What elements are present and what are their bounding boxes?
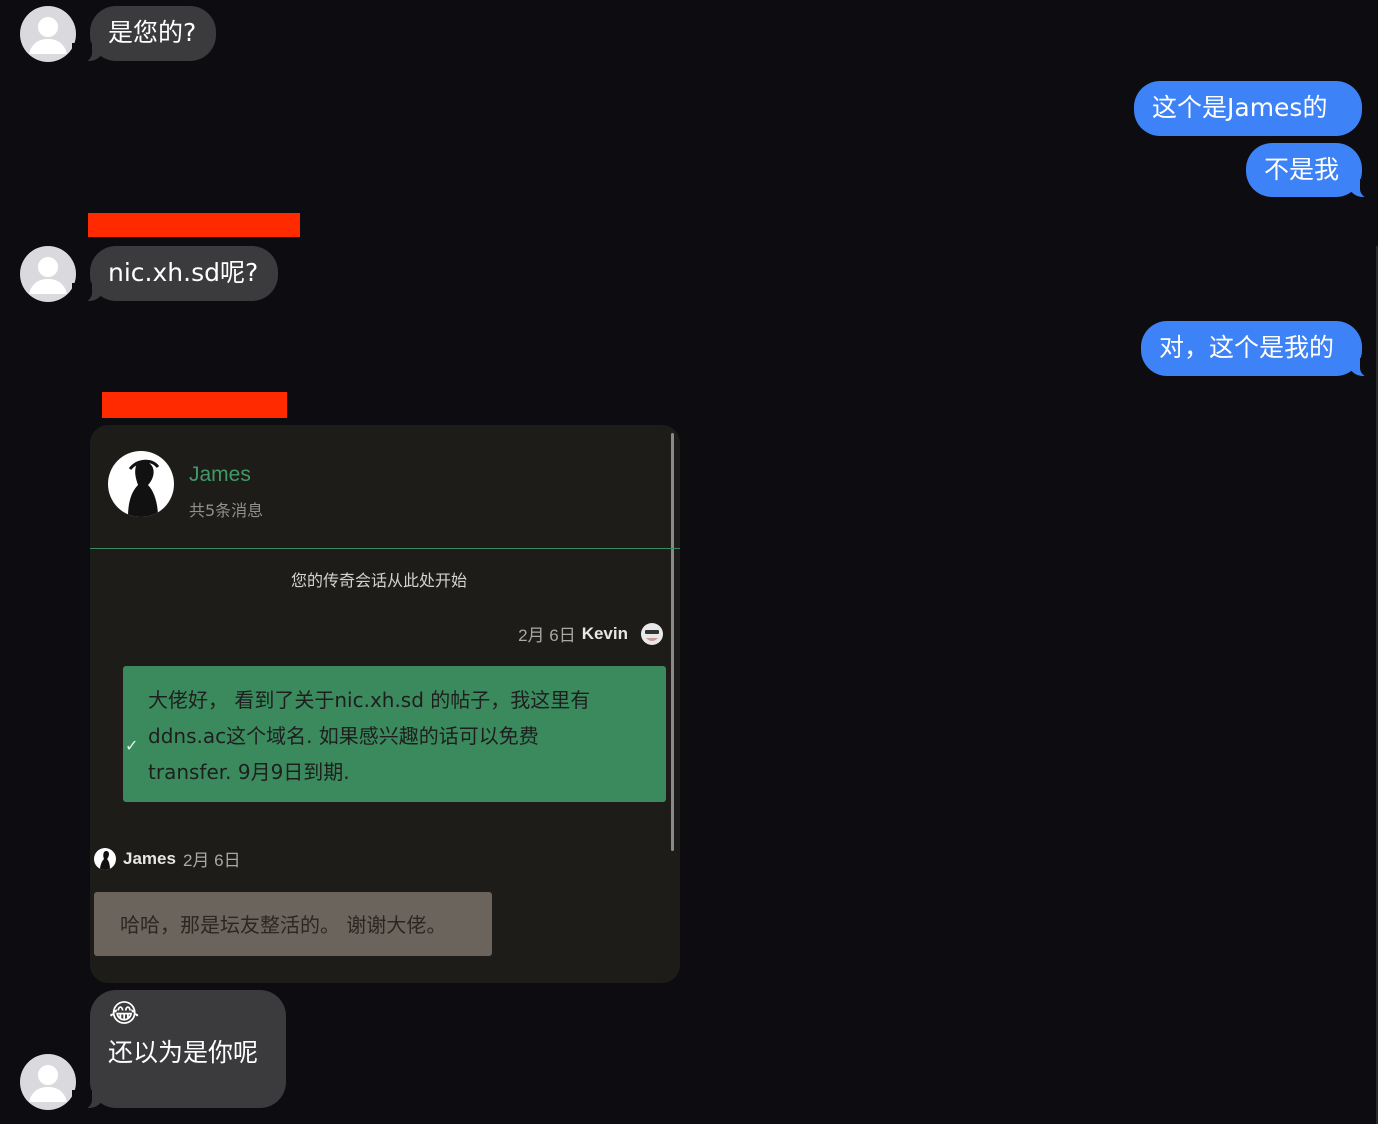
message-text: 哈哈，那是坛友整活的。 谢谢大佬。 <box>120 913 447 937</box>
sent-message[interactable]: 大佬好， 看到了关于nic.xh.sd 的帖子，我这里有 ddns.ac这个域名… <box>123 666 666 802</box>
redaction-bar <box>102 392 287 418</box>
shared-conversation-card[interactable]: James 共5条消息 您的传奇会话从此处开始 2月 6日 Kevin 大佬好，… <box>90 425 680 983</box>
contact-avatar[interactable] <box>20 1054 76 1110</box>
contact-avatar[interactable] <box>20 246 76 302</box>
sender-name: James <box>123 848 176 868</box>
card-contact-name: James <box>189 463 251 486</box>
message-text: 还以为是你呢 <box>108 1038 259 1067</box>
incoming-message[interactable]: 😂 还以为是你呢 <box>72 990 286 1110</box>
incoming-message[interactable]: nic.xh.sd呢? <box>71 246 279 303</box>
message-text: nic.xh.sd呢? <box>108 258 259 287</box>
outgoing-message[interactable]: 对，这个是我的 <box>1141 321 1378 378</box>
contact-avatar[interactable] <box>20 6 76 62</box>
message-meta: James 2月 6日 <box>94 846 241 871</box>
message-text: 这个是James的 <box>1152 93 1328 122</box>
message-date: 2月 6日 <box>518 626 576 645</box>
card-scrollbar[interactable] <box>671 433 674 851</box>
message-text: 不是我 <box>1264 155 1340 184</box>
outgoing-message[interactable]: 这个是James的 <box>1134 81 1362 136</box>
checkmark-icon: ✓ <box>125 736 139 755</box>
message-line: 大佬好， 看到了关于nic.xh.sd 的帖子，我这里有 <box>148 688 591 712</box>
card-divider <box>90 548 680 549</box>
message-line: ddns.ac这个域名. 如果感兴趣的话可以免费 <box>148 724 539 748</box>
message-date: 2月 6日 <box>182 851 241 870</box>
incoming-message[interactable]: 是您的? <box>71 6 217 63</box>
received-message[interactable]: 哈哈，那是坛友整活的。 谢谢大佬。 <box>94 892 492 956</box>
redaction-bar <box>88 213 300 237</box>
sender-name: Kevin <box>581 623 628 643</box>
message-text: 是您的? <box>108 18 197 47</box>
kevin-avatar-icon <box>641 622 663 645</box>
message-line: transfer. 9月9日到期. <box>148 760 350 784</box>
message-text: 对，这个是我的 <box>1159 333 1335 362</box>
message-meta: 2月 6日 Kevin <box>518 621 664 646</box>
outgoing-message[interactable]: 不是我 <box>1246 143 1378 199</box>
james-avatar <box>108 451 174 517</box>
james-mini-avatar <box>94 847 116 870</box>
card-message-count: 共5条消息 <box>189 501 264 520</box>
laughing-emoji-icon: 😂 <box>109 999 140 1029</box>
conversation-start-text: 您的传奇会话从此处开始 <box>290 571 467 590</box>
